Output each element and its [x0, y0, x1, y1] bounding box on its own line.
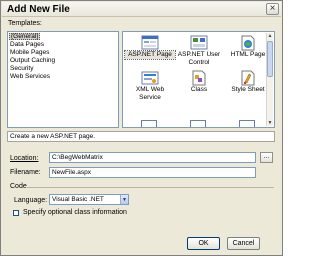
add-new-file-dialog: Add New File × Templates: (General) Data…: [0, 0, 283, 256]
location-label-text: Location:: [10, 155, 39, 162]
template-partial-icon: [190, 120, 206, 127]
language-select-value: Visual Basic .NET: [52, 196, 104, 203]
code-section-divider: [27, 187, 274, 188]
template-scrollbar[interactable]: ▲ ▼: [266, 33, 273, 126]
template-label: ASP.NET User Control: [177, 51, 221, 66]
template-description: Create a new ASP.NET page.: [7, 131, 275, 142]
location-input[interactable]: C:\BegWebMatrix: [49, 152, 256, 163]
class-info-checkbox-label[interactable]: Specify optional class information: [23, 209, 127, 216]
cancel-button[interactable]: Cancel: [227, 237, 260, 250]
dialog-title: Add New File: [7, 4, 70, 15]
template-class[interactable]: Class: [174, 70, 224, 94]
web-service-icon: [141, 70, 159, 86]
template-user-control[interactable]: ASP.NET User Control: [174, 35, 224, 67]
template-aspnet-page[interactable]: ASP.NET Page: [124, 35, 176, 60]
template-partial-icon: [141, 120, 157, 127]
chevron-down-icon[interactable]: ▼: [120, 195, 128, 204]
category-list[interactable]: (General) Data Pages Mobile Pages Output…: [7, 31, 119, 128]
language-label: Language:: [14, 197, 48, 204]
filename-label: Filename:: [10, 169, 41, 176]
class-icon: [190, 70, 208, 86]
category-item-output-caching[interactable]: Output Caching: [10, 57, 55, 64]
language-select[interactable]: Visual Basic .NET ▼: [49, 194, 129, 205]
templates-label: Templates:: [8, 20, 42, 27]
browse-button[interactable]: ...: [260, 152, 273, 163]
scroll-up-icon[interactable]: ▲: [267, 33, 273, 39]
template-list[interactable]: ASP.NET Page ASP.NET User Control HTML P…: [122, 31, 275, 128]
template-label: Class: [190, 86, 208, 93]
template-label: XML Web Service: [135, 86, 165, 101]
code-section-label: Code: [10, 183, 27, 190]
template-partial-icon: [239, 120, 255, 127]
close-button[interactable]: ×: [266, 3, 279, 15]
template-label: ASP.NET Page: [124, 50, 176, 60]
scroll-thumb[interactable]: [267, 41, 273, 77]
style-sheet-icon: [239, 70, 257, 86]
category-item-security[interactable]: Security: [10, 65, 33, 72]
location-label: Location:: [10, 155, 38, 162]
category-item-data-pages[interactable]: Data Pages: [10, 41, 44, 48]
scroll-down-icon[interactable]: ▼: [267, 120, 273, 126]
ok-button[interactable]: OK: [187, 237, 220, 250]
filename-input[interactable]: NewFile.aspx: [49, 167, 256, 178]
html-page-icon: [239, 35, 257, 51]
class-info-checkbox[interactable]: [13, 210, 19, 216]
user-control-icon: [190, 35, 208, 51]
template-xml-web-service[interactable]: XML Web Service: [125, 70, 175, 102]
category-item-general[interactable]: (General): [9, 33, 41, 40]
title-bar[interactable]: Add New File ×: [2, 2, 281, 17]
category-item-web-services[interactable]: Web Services: [10, 73, 50, 80]
category-item-mobile-pages[interactable]: Mobile Pages: [10, 49, 49, 56]
aspnet-page-icon: [141, 35, 159, 51]
